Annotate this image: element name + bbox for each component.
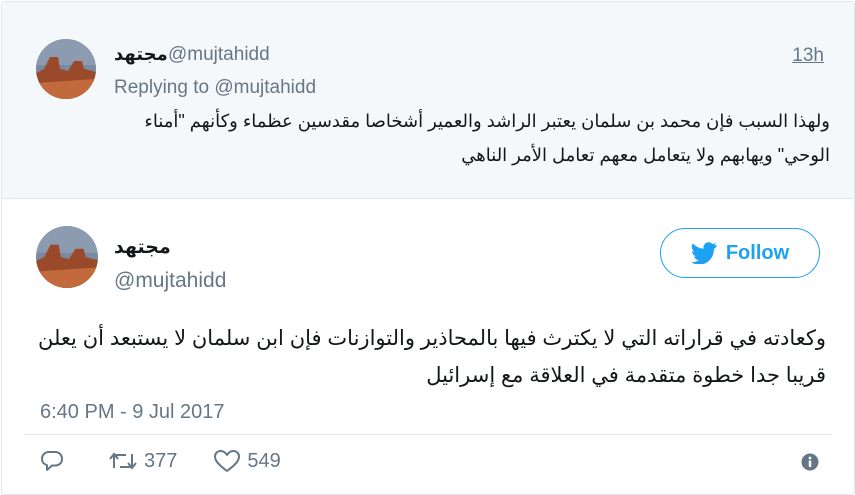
replying-to: Replying to @mujtahidd (114, 77, 316, 99)
reply-button[interactable] (40, 450, 64, 472)
tweet-text: وكعادته في قراراته التي لا يكترث فيها با… (37, 327, 826, 387)
heart-icon (214, 450, 241, 472)
like-count: 549 (247, 449, 281, 472)
reply-tweet-text: ولهذا السبب فإن محمد بن سلمان يعتبر الرا… (144, 111, 830, 165)
tweet-actions: 377 549 (40, 446, 281, 476)
replying-label: Replying to (114, 77, 210, 98)
author-handle[interactable]: @mujtahidd (168, 44, 270, 66)
tweet-timestamp[interactable]: 13h (792, 45, 824, 67)
reply-bubble-icon (41, 451, 63, 471)
like-button[interactable]: 549 (213, 449, 281, 473)
info-button[interactable] (800, 452, 820, 472)
replied-tweet[interactable]: مجتهد @mujtahidd 13h Replying to @mujtah… (2, 2, 854, 199)
replying-handle[interactable]: @mujtahidd (214, 77, 316, 98)
tweet-card: مجتهد @mujtahidd 13h Replying to @mujtah… (1, 1, 855, 495)
avatar[interactable] (36, 226, 98, 288)
author-name[interactable]: مجتهد (114, 44, 168, 65)
info-icon (801, 453, 819, 471)
retweet-button[interactable]: 377 (108, 450, 177, 473)
avatar[interactable] (36, 39, 96, 99)
bird-icon (690, 242, 717, 264)
author-name[interactable]: مجتهد (114, 236, 171, 259)
follow-label: Follow (725, 241, 790, 264)
tweet-date[interactable]: 6:40 PM - 9 Jul 2017 (40, 401, 225, 424)
follow-button[interactable]: Follow (660, 228, 820, 278)
author-handle[interactable]: @mujtahidd (114, 269, 226, 293)
retweet-icon (109, 452, 137, 470)
divider (24, 434, 832, 435)
retweet-count: 377 (144, 449, 178, 472)
